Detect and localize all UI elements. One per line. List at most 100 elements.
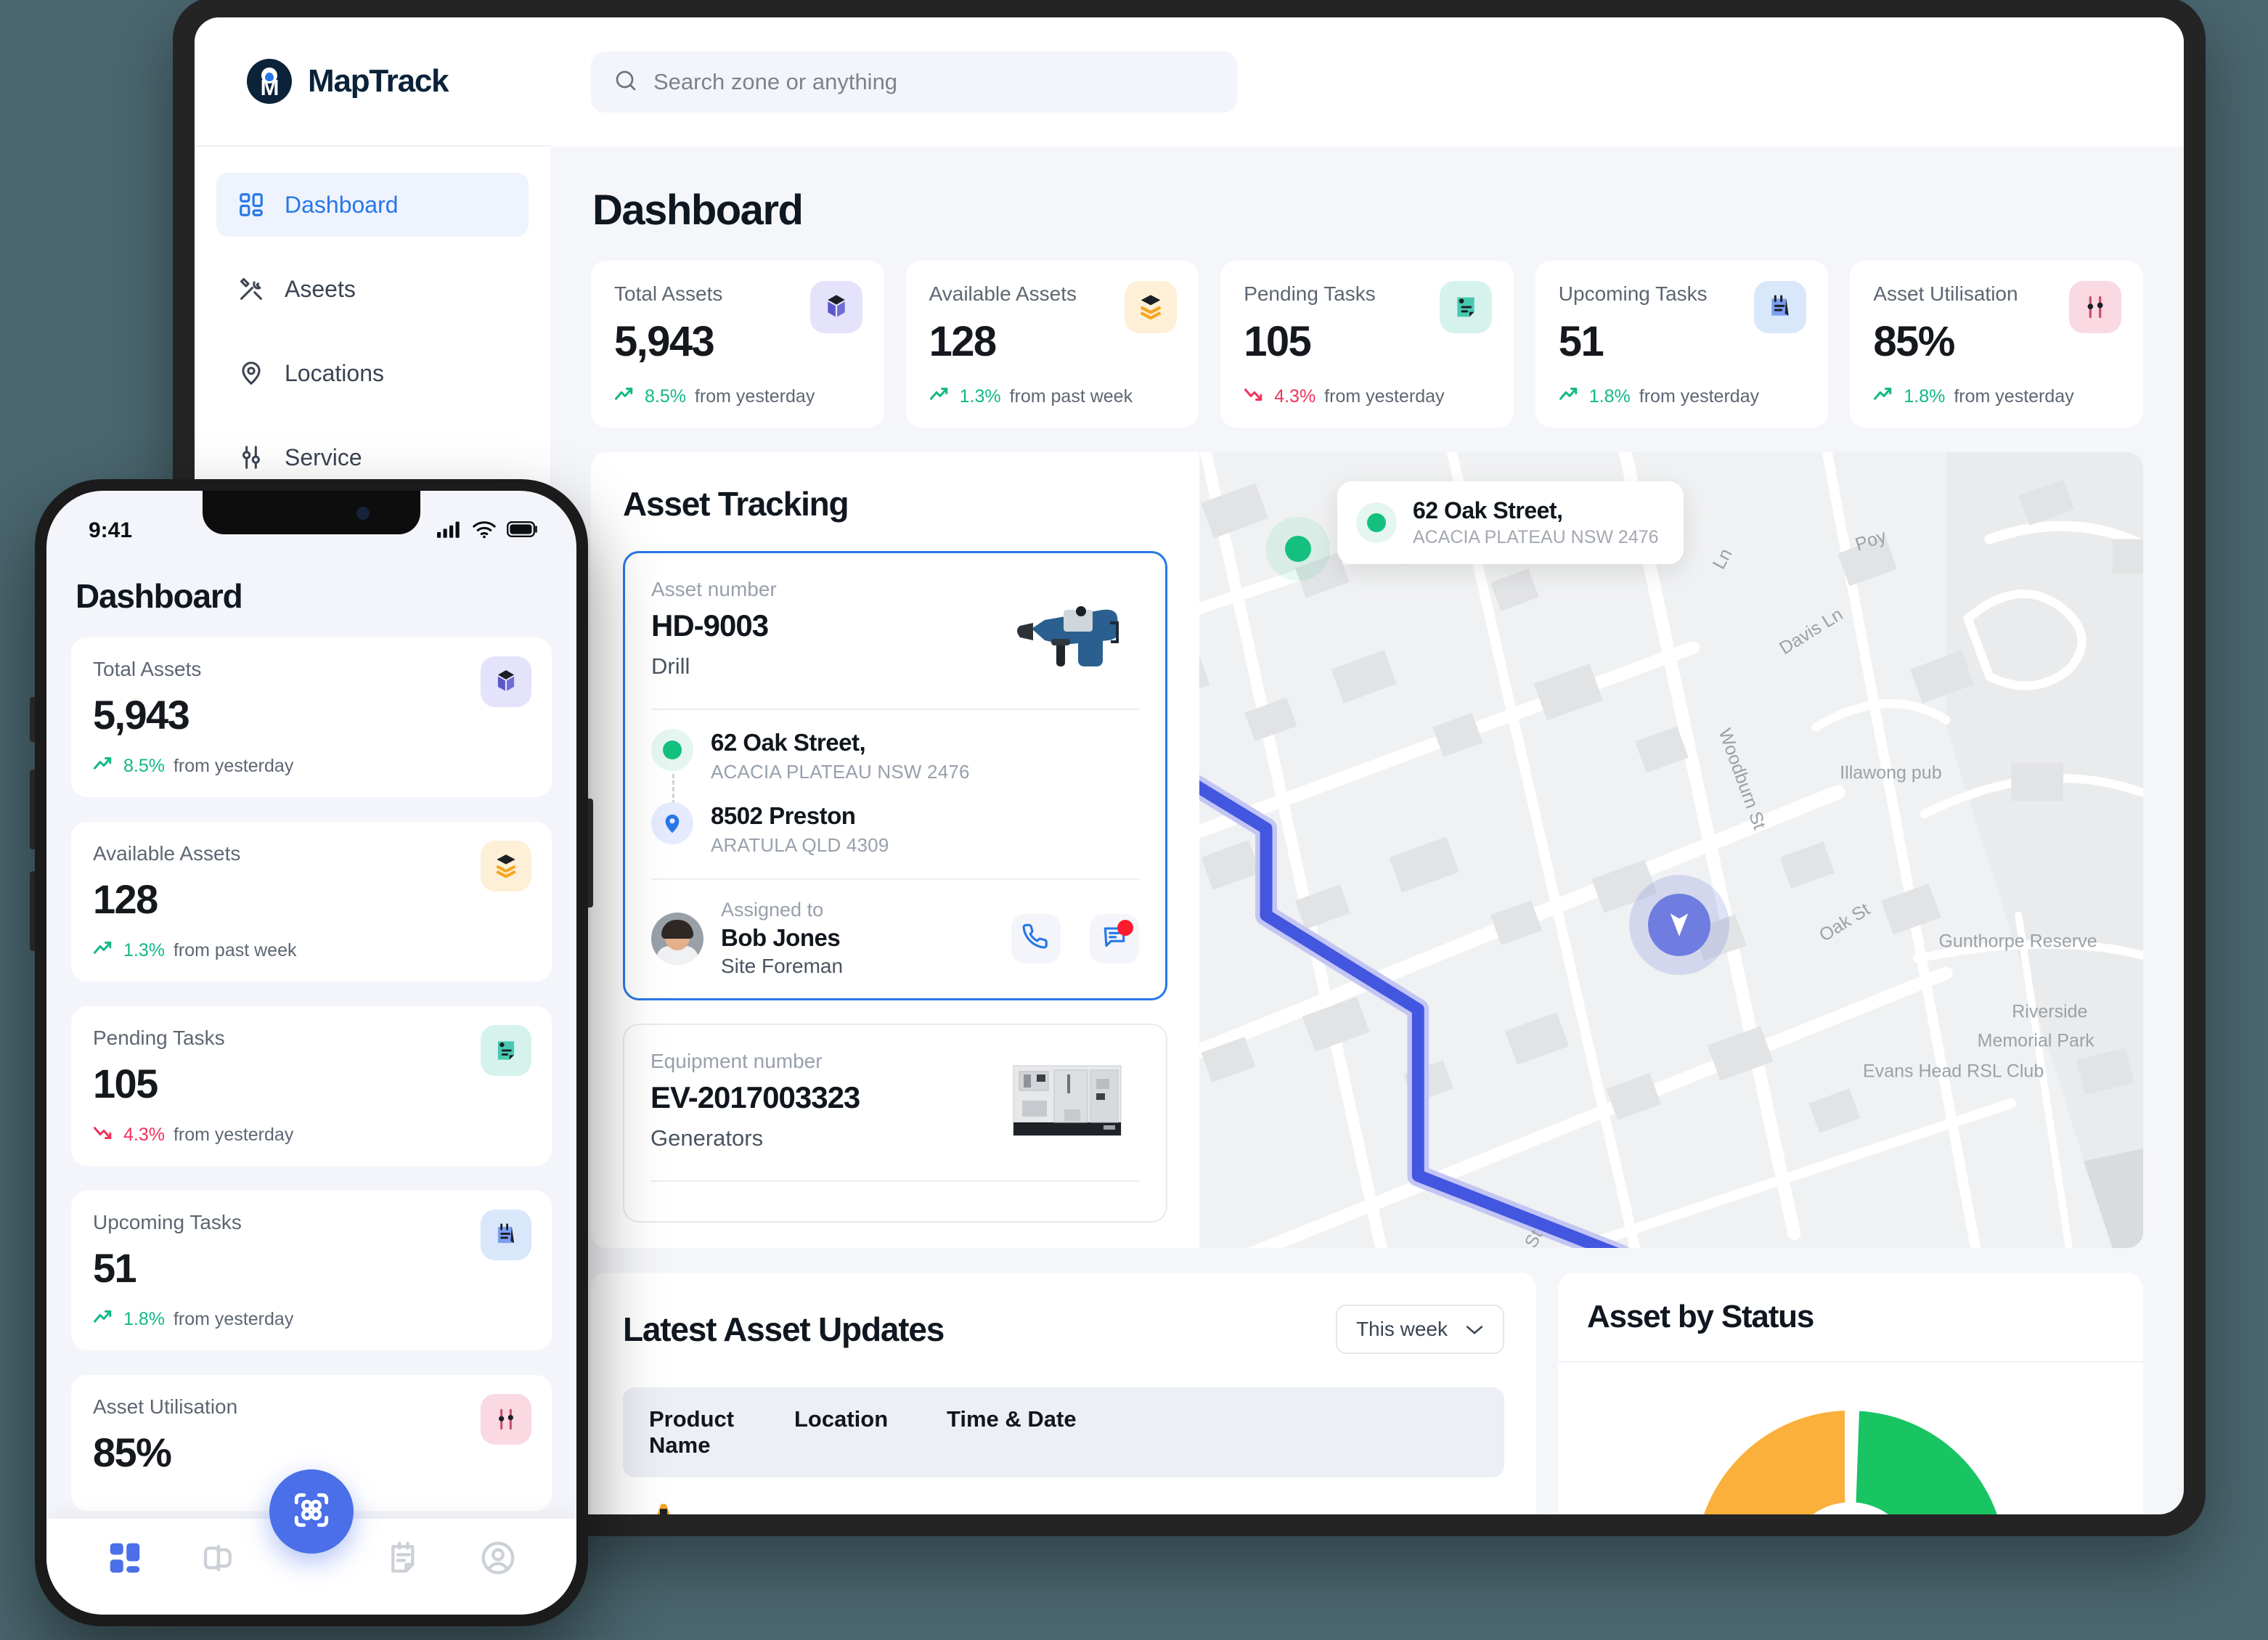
message-button[interactable] <box>1090 913 1139 963</box>
tab-reports[interactable] <box>381 1536 428 1583</box>
column-header-product-name: Product Name <box>649 1406 735 1458</box>
phone-stat-cards: Total Assets 5,943 8.5% from yesterday A… <box>46 616 576 1511</box>
asset-tracking-panel: Asset Tracking Asset number HD-9003 Dril… <box>591 452 1199 1248</box>
stat-value: 105 <box>93 1061 158 1106</box>
scan-fab-button[interactable] <box>269 1469 354 1554</box>
stat-delta: 8.5% from yesterday <box>93 754 530 778</box>
stat-delta-suffix: from past week <box>1009 386 1133 407</box>
layers-icon <box>1125 281 1178 333</box>
assigned-label: Assigned to <box>721 899 824 921</box>
map-base-layer <box>1199 452 2143 1248</box>
sidebar-item-assets[interactable]: Aseets <box>216 257 529 321</box>
updates-table-header: Product Name Location Time & Date <box>623 1387 1504 1477</box>
divider <box>651 878 1139 880</box>
cube-icon <box>481 656 531 707</box>
asset-card-equipment[interactable]: Equipment number EV-2017003323 Generator… <box>623 1024 1167 1223</box>
phone-status-bar: 9:41 <box>46 491 576 558</box>
stat-delta-value: 4.3% <box>1274 386 1316 407</box>
origin-dot-icon <box>651 729 693 771</box>
asset-number-label: Asset number <box>651 578 777 600</box>
date-range-select[interactable]: This week <box>1335 1305 1504 1354</box>
stat-delta-value: 1.8% <box>123 1309 165 1329</box>
grid-icon <box>105 1538 144 1581</box>
stat-label: Total Assets <box>93 658 202 680</box>
sidebar-item-dashboard[interactable]: Dashboard <box>216 173 529 237</box>
trend-up-icon <box>93 939 115 963</box>
map-tooltip-subtitle: ACACIA PLATEAU NSW 2476 <box>1413 527 1659 547</box>
destination-pin-icon <box>651 802 693 844</box>
stat-card-asset-utilisation: Asset Utilisation 85% 1.8% from yesterda… <box>1850 261 2143 428</box>
equalizer-icon <box>2068 281 2121 333</box>
stat-delta-suffix: from yesterday <box>1324 386 1445 407</box>
destination-row: 8502 Preston ARATULA QLD 4309 <box>651 802 1139 857</box>
tab-assets[interactable] <box>195 1536 242 1583</box>
map-pin-icon <box>237 359 266 388</box>
search-input[interactable] <box>653 69 1215 95</box>
assets-icon <box>199 1538 238 1581</box>
dashboard-content: Dashboard Total Assets 5,943 8.5% from y… <box>550 147 2184 1514</box>
map-origin-marker <box>1285 536 1311 562</box>
route-connector <box>672 774 674 804</box>
equalizer-icon <box>481 1394 531 1445</box>
trend-up-icon <box>1873 385 1895 409</box>
note-icon <box>385 1538 424 1581</box>
map-view[interactable]: 62 Oak Street, ACACIA PLATEAU NSW 2476 D… <box>1199 452 2143 1248</box>
stat-delta-value: 8.5% <box>123 756 165 776</box>
search-box[interactable] <box>591 52 1237 113</box>
assignee-name: Bob Jones <box>721 924 841 951</box>
asset-number-value: HD-9003 <box>651 608 769 642</box>
map-street-label: Riverside <box>2012 1001 2088 1022</box>
stat-delta-suffix: from past week <box>173 940 297 960</box>
trend-down-icon <box>1244 385 1265 409</box>
stat-delta: 1.8% from yesterday <box>93 1307 530 1331</box>
clipboard-icon <box>481 1209 531 1260</box>
date-range-value: This week <box>1355 1318 1448 1340</box>
tooltip-dot-icon <box>1356 502 1397 543</box>
stat-label: Asset Utilisation <box>93 1395 238 1418</box>
call-button[interactable] <box>1011 913 1061 963</box>
stat-delta-suffix: from yesterday <box>1639 386 1760 407</box>
stat-delta-value: 1.3% <box>123 940 165 960</box>
sidebar-item-locations[interactable]: Locations <box>216 341 529 405</box>
sliders-icon <box>237 443 266 472</box>
brand-name: MapTrack <box>308 63 449 99</box>
stat-delta-value: 1.8% <box>1588 386 1631 407</box>
stat-label: Pending Tasks <box>93 1027 225 1049</box>
table-row[interactable] <box>623 1477 1504 1514</box>
column-header-time-date: Time & Date <box>947 1406 1077 1432</box>
asset-tracking-title: Asset Tracking <box>623 485 849 523</box>
sidebar-item-label: Service <box>285 444 362 470</box>
map-tooltip-title: 62 Oak Street, <box>1413 497 1563 523</box>
equipment-number-value: EV-2017003323 <box>650 1080 860 1114</box>
stat-delta-suffix: from yesterday <box>173 1309 294 1329</box>
sidebar-nav: Dashboard Aseets Locations Service <box>195 147 550 489</box>
asset-type: Drill <box>651 653 690 679</box>
tab-dashboard[interactable] <box>102 1536 148 1583</box>
updates-title: Latest Asset Updates <box>623 1310 945 1348</box>
cube-icon <box>809 281 862 333</box>
status-bar-indicators <box>437 520 539 542</box>
cellular-signal-icon <box>437 520 462 542</box>
stat-value: 51 <box>93 1245 137 1291</box>
map-vehicle-marker[interactable] <box>1648 894 1710 956</box>
battery-icon <box>507 520 539 542</box>
sidebar-item-label: Dashboard <box>285 191 399 218</box>
phone-page-title: Dashboard <box>76 577 243 615</box>
stat-delta: 4.3% from yesterday <box>1244 385 1490 409</box>
stat-delta-suffix: from yesterday <box>173 1125 294 1145</box>
main-area: Dashboard Total Assets 5,943 8.5% from y… <box>550 17 2184 1514</box>
asset-card-selected[interactable]: Asset number HD-9003 Drill 62 Oak Street… <box>623 551 1167 1000</box>
stat-delta-value: 8.5% <box>645 386 686 407</box>
note-icon <box>481 1025 531 1076</box>
stat-delta-suffix: from yesterday <box>1954 386 2074 407</box>
avatar <box>651 912 703 965</box>
destination-title: 8502 Preston <box>711 802 856 829</box>
screenshot-stage: M MapTrack Dashboard Aseets Locations Se… <box>0 0 2268 1640</box>
updates-header: Latest Asset Updates This week <box>623 1305 1504 1354</box>
tab-profile[interactable] <box>475 1536 521 1583</box>
row-thumbnail <box>649 1499 678 1514</box>
status-bar-clock: 9:41 <box>89 518 133 542</box>
stat-value: 5,943 <box>93 692 190 738</box>
brand: M MapTrack <box>195 17 550 147</box>
wifi-icon <box>472 520 497 542</box>
